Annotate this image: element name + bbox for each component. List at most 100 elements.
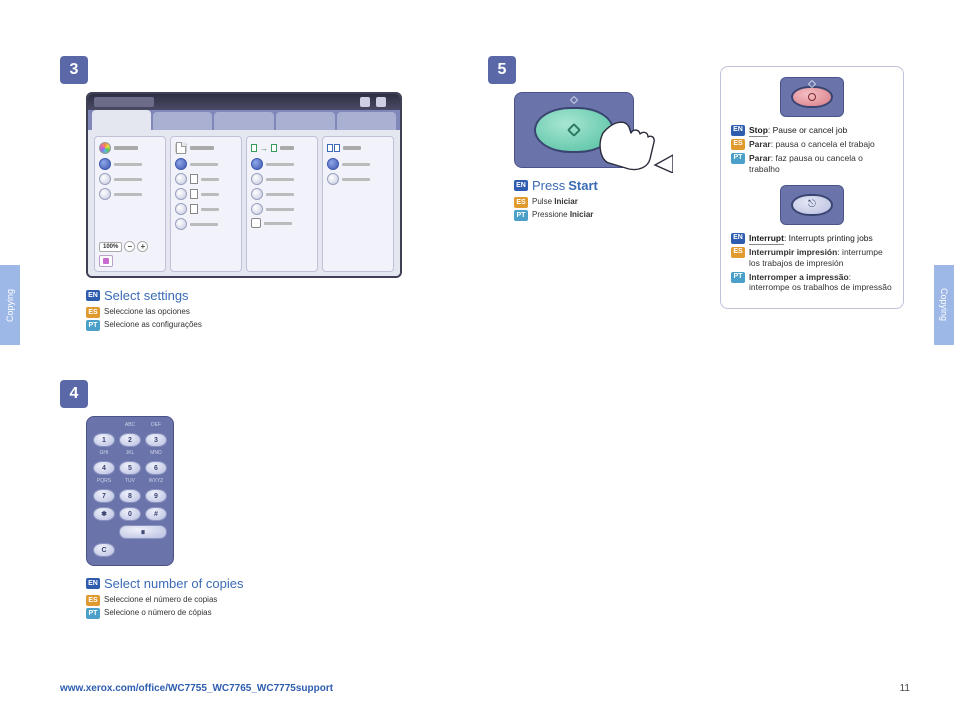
key-0[interactable]: 0 — [119, 507, 141, 521]
lang-pt-badge: PT — [731, 153, 745, 164]
radio-1to1[interactable] — [251, 158, 263, 170]
radio-collated[interactable] — [327, 158, 339, 170]
tab-2[interactable] — [153, 112, 212, 130]
radio-bw[interactable] — [99, 173, 111, 185]
key-star[interactable]: ✱ — [93, 507, 115, 521]
lang-es-badge: ES — [731, 139, 745, 150]
step-4-number: 4 — [60, 380, 88, 408]
lang-es-badge: ES — [514, 197, 528, 208]
radio-tray-more[interactable] — [175, 218, 187, 230]
step4-title: EN Select number of copies — [86, 576, 420, 591]
stop-button[interactable] — [791, 86, 833, 108]
output-icon — [327, 144, 340, 152]
radio-2to2[interactable] — [251, 188, 263, 200]
key-label-tuv: TUV — [119, 479, 141, 485]
lang-es-badge: ES — [86, 595, 100, 606]
lang-en-badge: EN — [514, 180, 528, 191]
lang-es-badge: ES — [86, 307, 100, 318]
numeric-keypad: ABCDEF 1 2 3 GHIJKLMNO 4 5 6 PQRSTUVWXYZ… — [86, 416, 174, 566]
diamond-icon — [570, 96, 578, 104]
lang-pt-badge: PT — [514, 210, 528, 221]
col-output-color: 100% − + — [94, 136, 166, 272]
start-panel — [514, 92, 634, 168]
interrupt-en: EN Interrupt: Interrupts printing jobs — [731, 233, 893, 244]
radio-auto-color[interactable] — [99, 158, 111, 170]
interrupt-es: ES Interrumpir impresión: interrumpe los… — [731, 247, 893, 268]
paper-icon — [175, 142, 187, 154]
step3-title: EN Select settings — [86, 288, 420, 303]
step-3: 3 — [60, 56, 420, 333]
key-1[interactable]: 1 — [93, 433, 115, 447]
start-button[interactable] — [534, 107, 614, 153]
page-footer: www.xerox.com/office/WC7755_WC7765_WC777… — [60, 683, 910, 694]
lang-pt-badge: PT — [86, 320, 100, 331]
stop-icon — [808, 93, 816, 101]
key-8[interactable]: 8 — [119, 489, 141, 503]
scale-value: 100% — [99, 242, 122, 252]
help-icon — [376, 97, 386, 107]
step-5-number: 5 — [488, 56, 516, 84]
lang-en-badge: EN — [86, 578, 100, 589]
key-2[interactable]: 2 — [119, 433, 141, 447]
step4-pt: PT Selecione o número de cópias — [86, 608, 420, 619]
step-5: 5 EN PressStart ES Pulse Iniciar PT Pr — [488, 56, 708, 223]
key-6[interactable]: 6 — [145, 461, 167, 475]
stop-pt: PT Parar: faz pausa ou cancela o trabalh… — [731, 153, 893, 174]
step-3-number: 3 — [60, 56, 88, 84]
radio-uncollated[interactable] — [327, 173, 339, 185]
page-number: 11 — [900, 683, 910, 694]
start-glyph-icon — [567, 123, 581, 137]
key-7[interactable]: 7 — [93, 489, 115, 503]
col-paper-supply — [170, 136, 242, 272]
interrupt-pt: PT Interromper a impressão: interrompe o… — [731, 272, 893, 293]
touchscreen-titlebar — [88, 94, 400, 110]
touchscreen-tabs — [88, 110, 400, 130]
stop-panel — [780, 77, 844, 117]
lang-es-badge: ES — [731, 247, 745, 258]
radio-2to1[interactable] — [251, 203, 263, 215]
tab-copy[interactable] — [92, 110, 151, 130]
stop-es: ES Parar: pausa o cancela el trabajo — [731, 139, 893, 150]
interrupt-button[interactable]: ⎋ — [791, 194, 833, 216]
lang-pt-badge: PT — [86, 608, 100, 619]
step3-es: ES Seleccione las opciones — [86, 307, 420, 318]
key-label-mno: MNO — [145, 451, 167, 457]
key-4[interactable]: 4 — [93, 461, 115, 475]
radio-1to2[interactable] — [251, 173, 263, 185]
step5-pt: PT Pressione Iniciar — [514, 210, 708, 221]
tab-5[interactable] — [337, 112, 396, 130]
color-wheel-icon — [99, 142, 111, 154]
radio-color[interactable] — [99, 188, 111, 200]
key-5[interactable]: 5 — [119, 461, 141, 475]
lang-en-badge: EN — [731, 233, 745, 244]
key-hash[interactable]: # — [145, 507, 167, 521]
key-label-jkl: JKL — [119, 451, 141, 457]
radio-auto-paper[interactable] — [175, 158, 187, 170]
radio-tray3[interactable] — [175, 203, 187, 215]
reduce-enlarge: 100% − + — [99, 241, 161, 252]
scale-plus[interactable]: + — [137, 241, 148, 252]
key-clear[interactable]: C — [93, 543, 115, 557]
step4-es: ES Seleccione el número de copias — [86, 595, 420, 606]
radio-tray2[interactable] — [175, 188, 187, 200]
lang-en-badge: EN — [731, 125, 745, 136]
stop-interrupt-panel: EN Stop: Pause or cancel job ES Parar: p… — [720, 66, 904, 309]
more-icon[interactable] — [99, 255, 113, 267]
radio-tray1[interactable] — [175, 173, 187, 185]
printer-touchscreen[interactable]: 100% − + — [86, 92, 402, 278]
lang-en-badge: EN — [86, 290, 100, 301]
key-9[interactable]: 9 — [145, 489, 167, 503]
lang-pt-badge: PT — [731, 272, 745, 283]
scale-minus[interactable]: − — [124, 241, 135, 252]
rotate-checkbox[interactable] — [251, 218, 261, 228]
interrupt-panel: ⎋ — [780, 185, 844, 225]
key-3[interactable]: 3 — [145, 433, 167, 447]
key-pause[interactable]: ⏸ — [119, 525, 167, 539]
support-link[interactable]: www.xerox.com/office/WC7755_WC7765_WC777… — [60, 683, 333, 694]
col-two-sided: → — [246, 136, 318, 272]
key-label-def: DEF — [145, 423, 167, 429]
tab-4[interactable] — [276, 112, 335, 130]
key-label-pqrs: PQRS — [93, 479, 115, 485]
tab-3[interactable] — [214, 112, 273, 130]
col-output — [322, 136, 394, 272]
